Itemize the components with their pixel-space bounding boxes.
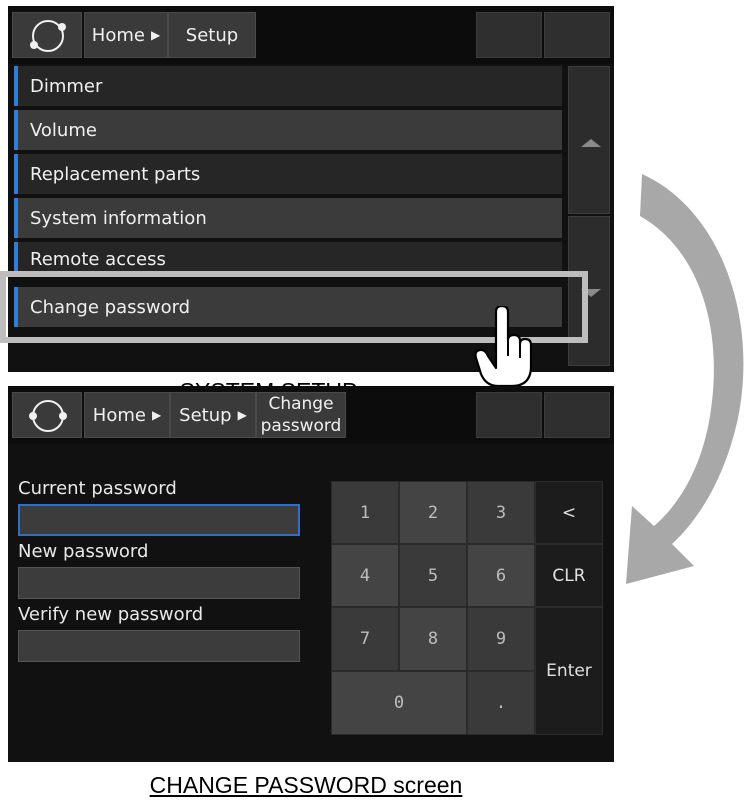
menu-item-system-information[interactable]: System information — [14, 198, 562, 238]
backspace-key[interactable]: < — [535, 481, 603, 544]
key-4[interactable]: 4 — [331, 544, 399, 607]
top-bar: Home ▶ Setup — [8, 6, 614, 64]
top-button-1[interactable] — [476, 12, 542, 58]
new-password-field[interactable] — [18, 567, 300, 599]
triangle-up-icon — [581, 139, 601, 147]
curved-arrow-icon — [626, 174, 744, 584]
top-button-2[interactable] — [544, 392, 610, 438]
current-password-label: Current password — [18, 478, 177, 499]
home-logo-button[interactable] — [12, 12, 82, 58]
key-9[interactable]: 9 — [467, 607, 535, 671]
key-8[interactable]: 8 — [399, 607, 467, 671]
verify-password-field[interactable] — [18, 630, 300, 662]
menu-item-label: Volume — [30, 119, 97, 141]
breadcrumb-arrow-icon: ▶ — [150, 28, 161, 42]
breadcrumb-home[interactable]: Home ▶ — [84, 392, 170, 438]
top-bar: Home ▶ Setup ▶ Change password — [8, 386, 614, 444]
current-password-field[interactable] — [18, 504, 300, 536]
top-button-2[interactable] — [544, 12, 610, 58]
breadcrumb-setup-label: Setup — [185, 24, 239, 46]
key-dot[interactable]: . — [467, 671, 535, 735]
clear-key[interactable]: CLR — [535, 544, 603, 607]
breadcrumb-arrow-icon: ▶ — [237, 408, 247, 422]
breadcrumb-change-password[interactable]: Change password — [256, 392, 346, 438]
verify-password-label: Verify new password — [18, 604, 204, 625]
numeric-keypad: 1 2 3 < 4 5 6 CLR 7 8 9 Enter 0 . — [331, 481, 603, 735]
breadcrumb-setup[interactable]: Setup ▶ — [170, 392, 256, 438]
change-password-caption: CHANGE PASSWORD screen — [149, 772, 463, 798]
menu-item-label: Replacement parts — [30, 163, 201, 185]
enter-key[interactable]: Enter — [535, 607, 603, 735]
breadcrumb-home[interactable]: Home ▶ — [84, 12, 168, 58]
breadcrumb-setup-label: Setup — [179, 404, 232, 426]
breadcrumb-arrow-icon: ▶ — [151, 408, 162, 422]
change-password-screen: Home ▶ Setup ▶ Change password Current pas… — [8, 386, 614, 762]
key-5[interactable]: 5 — [399, 544, 467, 607]
key-6[interactable]: 6 — [467, 544, 535, 607]
key-3[interactable]: 3 — [467, 481, 535, 544]
menu-item-volume[interactable]: Volume — [14, 110, 562, 150]
breadcrumb-line1: Change — [268, 394, 334, 414]
breadcrumb-home-label: Home — [91, 24, 145, 46]
scroll-up-button[interactable] — [568, 66, 610, 214]
breadcrumb-home-label: Home — [92, 404, 146, 426]
home-logo-button[interactable] — [12, 392, 82, 438]
menu-item-label: System information — [30, 207, 207, 229]
key-0[interactable]: 0 — [331, 671, 467, 735]
refresh-circle-icon — [29, 400, 67, 432]
new-password-label: New password — [18, 541, 149, 562]
key-2[interactable]: 2 — [399, 481, 467, 544]
key-7[interactable]: 7 — [331, 607, 399, 671]
hand-pointer-icon — [474, 306, 533, 388]
top-button-1[interactable] — [476, 392, 542, 438]
breadcrumb-line2: password — [260, 416, 342, 436]
menu-item-label: Remote access — [30, 248, 166, 270]
menu-item-replacement-parts[interactable]: Replacement parts — [14, 154, 562, 194]
refresh-circle-icon — [30, 20, 66, 52]
menu-item-label: Dimmer — [30, 75, 103, 97]
menu-item-dimmer[interactable]: Dimmer — [14, 66, 562, 106]
key-1[interactable]: 1 — [331, 481, 399, 544]
breadcrumb-setup[interactable]: Setup — [168, 12, 256, 58]
